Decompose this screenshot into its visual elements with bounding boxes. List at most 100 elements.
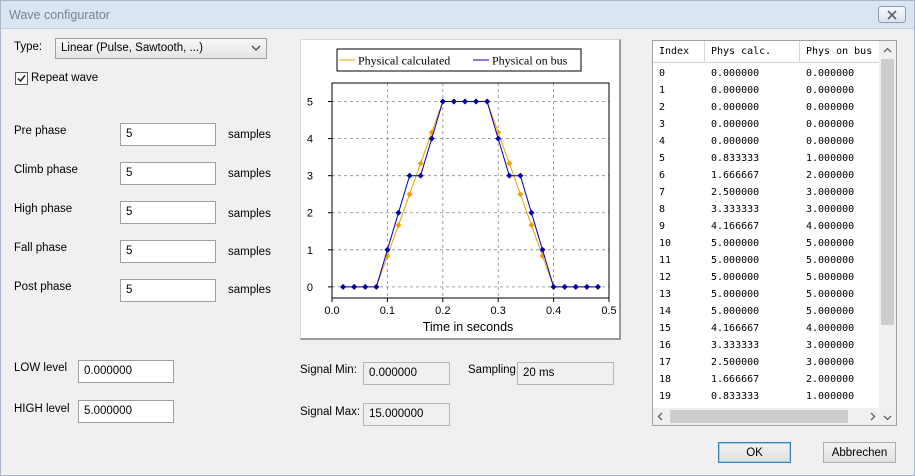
cell-index: 8: [659, 204, 666, 215]
scroll-down-button[interactable]: [879, 409, 896, 425]
cell-index: 4: [659, 136, 666, 147]
fall-phase-input[interactable]: 5: [120, 240, 216, 263]
cell-phys-bus: 3.000000: [806, 187, 855, 198]
table-row[interactable]: 17 2.500000 3.000000: [653, 355, 881, 372]
table-row[interactable]: 11 5.000000 5.000000: [653, 253, 881, 270]
vertical-scroll-thumb[interactable]: [881, 59, 894, 325]
signal-min-value: 0.000000: [363, 362, 450, 385]
table-row[interactable]: 13 5.000000 5.000000: [653, 287, 881, 304]
low-level-input[interactable]: 0.000000: [78, 360, 174, 383]
table-row[interactable]: 4 0.000000 0.000000: [653, 134, 881, 151]
pre-phase-unit: samples: [228, 129, 271, 141]
scroll-up-button[interactable]: [879, 41, 896, 59]
series-1-point: [506, 172, 513, 179]
cell-phys-calc: 3.333333: [711, 204, 760, 215]
cell-phys-bus: 0.000000: [806, 68, 855, 79]
cell-phys-bus: 0.000000: [806, 136, 855, 147]
y-tick-label: 4: [307, 134, 313, 146]
series-1-point: [362, 283, 369, 290]
series-1-point: [572, 283, 579, 290]
type-select-value: Linear (Pulse, Sawtooth, ...): [61, 42, 203, 54]
column-header-phys-bus[interactable]: Phys on bus: [800, 41, 882, 63]
table-row[interactable]: 6 1.666667 2.000000: [653, 168, 881, 185]
repeat-wave-checkbox[interactable]: [15, 72, 28, 85]
table-row[interactable]: 9 4.166667 4.000000: [653, 219, 881, 236]
series-1-point: [594, 283, 601, 290]
cell-phys-calc: 0.000000: [711, 68, 760, 79]
ok-button[interactable]: OK: [718, 442, 791, 463]
table-row[interactable]: 12 5.000000 5.000000: [653, 270, 881, 287]
sampling-label: Sampling:: [468, 364, 520, 376]
wave-chart: 0.0 0.1 0.2 0.3 0.4 0.5 0 1 2 3 4 5 Physical calcul…: [300, 39, 621, 340]
horizontal-scroll-thumb[interactable]: [670, 410, 848, 423]
x-tick-label: 0.0: [324, 305, 339, 317]
cell-phys-bus: 3.000000: [806, 340, 855, 351]
table-row[interactable]: 14 5.000000 5.000000: [653, 304, 881, 321]
vertical-scrollbar[interactable]: [879, 59, 896, 409]
post-phase-input[interactable]: 5: [120, 279, 216, 302]
chevron-right-icon[interactable]: [870, 412, 876, 421]
samples-table[interactable]: Index Phys calc. Phys on bus 0 0.000000 0.…: [652, 40, 897, 426]
wave-configurator-window: Wave configurator Type: Linear (Pulse, S…: [0, 0, 915, 476]
cell-index: 2: [659, 102, 666, 113]
cell-index: 12: [659, 272, 672, 283]
table-row[interactable]: 10 5.000000 5.000000: [653, 236, 881, 253]
chevron-left-icon[interactable]: [657, 412, 663, 421]
table-row[interactable]: 3 0.000000 0.000000: [653, 117, 881, 134]
column-header-index[interactable]: Index: [653, 41, 705, 63]
high-phase-unit: samples: [228, 208, 271, 220]
cell-index: 6: [659, 170, 666, 181]
climb-phase-input[interactable]: 5: [120, 162, 216, 185]
table-row[interactable]: 18 1.666667 2.000000: [653, 372, 881, 389]
low-level-label: LOW level: [14, 362, 68, 374]
series-0-point: [506, 160, 513, 167]
series-1-point: [583, 283, 590, 290]
cell-index: 13: [659, 289, 672, 300]
series-1-point: [428, 135, 435, 142]
cell-phys-calc: 2.500000: [711, 187, 760, 198]
type-select[interactable]: Linear (Pulse, Sawtooth, ...): [55, 38, 267, 59]
table-row[interactable]: 7 2.500000 3.000000: [653, 185, 881, 202]
series-1-point: [484, 98, 491, 105]
horizontal-scrollbar[interactable]: [653, 408, 881, 425]
cell-index: 9: [659, 221, 666, 232]
table-row[interactable]: 8 3.333333 3.000000: [653, 202, 881, 219]
high-phase-input[interactable]: 5: [120, 201, 216, 224]
cell-phys-bus: 1.000000: [806, 153, 855, 164]
cell-phys-bus: 0.000000: [806, 102, 855, 113]
series-1-point: [473, 98, 480, 105]
high-phase-label: High phase: [14, 203, 73, 215]
cell-phys-bus: 5.000000: [806, 238, 855, 249]
table-row[interactable]: 5 0.833333 1.000000: [653, 151, 881, 168]
cell-index: 11: [659, 255, 672, 266]
cell-phys-calc: 5.000000: [711, 289, 760, 300]
cancel-button[interactable]: Abbrechen: [823, 442, 896, 463]
signal-max-value: 15.000000: [363, 403, 450, 426]
legend-label-bus: Physical on bus: [492, 54, 568, 68]
post-phase-label: Post phase: [14, 281, 72, 293]
table-row[interactable]: 1 0.000000 0.000000: [653, 83, 881, 100]
x-tick-label: 0.2: [435, 305, 450, 317]
column-header-phys-calc[interactable]: Phys calc.: [705, 41, 800, 63]
pre-phase-input[interactable]: 5: [120, 123, 216, 146]
high-level-input[interactable]: 5.000000: [78, 400, 174, 423]
cell-phys-bus: 4.000000: [806, 323, 855, 334]
table-row[interactable]: 0 0.000000 0.000000: [653, 66, 881, 83]
table-row[interactable]: 2 0.000000 0.000000: [653, 100, 881, 117]
series-1-point: [406, 172, 413, 179]
cell-phys-calc: 5.000000: [711, 238, 760, 249]
close-icon: [887, 9, 897, 20]
cell-phys-calc: 2.500000: [711, 357, 760, 368]
cell-phys-calc: 4.166667: [711, 221, 760, 232]
fall-phase-unit: samples: [228, 246, 271, 258]
cell-index: 18: [659, 374, 672, 385]
series-0-point: [395, 222, 402, 229]
table-row[interactable]: 19 0.833333 1.000000: [653, 389, 881, 406]
cell-phys-bus: 5.000000: [806, 255, 855, 266]
table-row[interactable]: 15 4.166667 4.000000: [653, 321, 881, 338]
close-button[interactable]: [878, 6, 906, 23]
chevron-down-icon: [883, 415, 892, 420]
series-1-point: [395, 209, 402, 216]
series-1-point: [439, 98, 446, 105]
table-row[interactable]: 16 3.333333 3.000000: [653, 338, 881, 355]
